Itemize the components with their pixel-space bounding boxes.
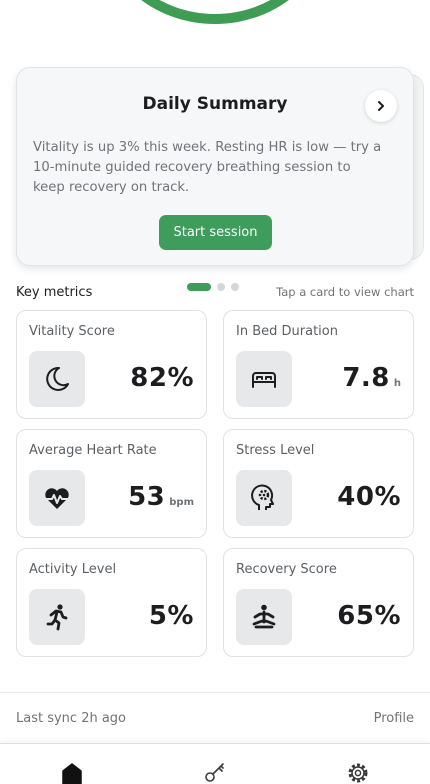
metric-icon-box [29, 470, 85, 526]
pager-dot[interactable] [187, 283, 211, 291]
score-ring-arc [98, 0, 332, 24]
metric-value: 82% [130, 363, 194, 393]
profile-link[interactable]: Profile [374, 711, 414, 726]
metric-card-recovery[interactable]: Recovery Score 65% [223, 548, 414, 657]
metric-label: Average Heart Rate [29, 443, 157, 458]
metric-unit: h [393, 378, 401, 389]
metric-number: 7.8 [342, 363, 390, 393]
settings-icon [348, 763, 368, 783]
metric-card-heart-rate[interactable]: Average Heart Rate 53 bpm [16, 429, 207, 538]
key-metrics-heading: Key metrics [16, 285, 93, 300]
metric-unit: bpm [169, 497, 194, 508]
key-metrics-hint: Tap a card to view chart [276, 285, 414, 299]
metric-icon-box [29, 589, 85, 645]
tab-keys[interactable] [202, 761, 228, 784]
metric-icon-box [29, 351, 85, 407]
metric-label: Stress Level [236, 443, 315, 458]
metric-value: 53 bpm [128, 482, 194, 512]
moon-icon [46, 366, 69, 391]
running-icon [46, 604, 68, 631]
head-gear-icon [251, 484, 274, 510]
daily-summary-card: Daily Summary Vitality is up 3% this wee… [16, 67, 414, 266]
metric-card-vitality[interactable]: Vitality Score 82% [16, 310, 207, 419]
metric-number: 53 [128, 482, 166, 512]
metric-card-in-bed[interactable]: In Bed Duration 7.8 h [223, 310, 414, 419]
metric-icon-box [236, 589, 292, 645]
meditation-icon [252, 604, 276, 629]
bottom-tab-bar [0, 743, 430, 784]
summary-body: Vitality is up 3% this week. Resting HR … [33, 140, 382, 195]
metric-label: In Bed Duration [236, 324, 338, 339]
pager-dot[interactable] [217, 283, 225, 291]
metric-card-stress[interactable]: Stress Level 40% [223, 429, 414, 538]
metric-value: 40% [337, 482, 401, 512]
home-icon [62, 763, 82, 784]
metric-label: Activity Level [29, 562, 117, 577]
chevron-right-icon [378, 101, 384, 111]
footer-divider [0, 692, 430, 693]
metric-label: Recovery Score [236, 562, 337, 577]
metric-label: Vitality Score [29, 324, 115, 339]
next-card-button[interactable] [365, 90, 397, 122]
start-session-button[interactable]: Start session [159, 215, 272, 250]
pager-dots [187, 283, 239, 291]
score-ring [0, 0, 430, 40]
tab-settings[interactable] [345, 761, 371, 784]
metric-card-activity[interactable]: Activity Level 5% [16, 548, 207, 657]
metric-value: 65% [337, 601, 401, 631]
heart-rate-icon [45, 488, 69, 509]
metric-number: 5% [148, 601, 194, 631]
metric-number: 65% [337, 601, 401, 631]
key-icon [205, 763, 224, 782]
tab-home[interactable] [59, 761, 85, 784]
summary-title: Daily Summary [142, 94, 288, 114]
metric-number: 40% [337, 482, 401, 512]
metric-icon-box [236, 351, 292, 407]
metric-icon-box [236, 470, 292, 526]
pager-dot[interactable] [231, 283, 239, 291]
metric-value: 5% [149, 601, 194, 631]
metric-value: 7.8 h [342, 363, 401, 393]
bed-icon [252, 372, 276, 388]
metric-number: 82% [130, 363, 194, 393]
last-sync-text: Last sync 2h ago [16, 711, 127, 726]
